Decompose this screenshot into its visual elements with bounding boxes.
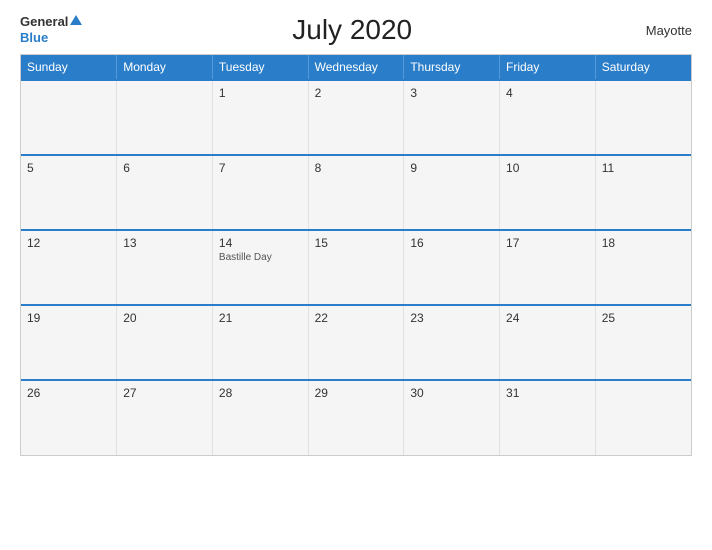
col-sunday: Sunday — [21, 55, 117, 80]
calendar-week-row: 1234 — [21, 80, 691, 155]
col-tuesday: Tuesday — [212, 55, 308, 80]
day-number: 30 — [410, 386, 493, 400]
calendar-day-cell: 31 — [500, 380, 596, 455]
day-number: 26 — [27, 386, 110, 400]
calendar-day-cell: 2 — [308, 80, 404, 155]
day-number: 17 — [506, 236, 589, 250]
day-number: 24 — [506, 311, 589, 325]
logo-blue-text: Blue — [20, 30, 48, 45]
day-number: 13 — [123, 236, 206, 250]
day-number: 9 — [410, 161, 493, 175]
day-number: 27 — [123, 386, 206, 400]
calendar-table: Sunday Monday Tuesday Wednesday Thursday… — [21, 55, 691, 455]
calendar-day-cell: 11 — [595, 155, 691, 230]
day-number: 25 — [602, 311, 685, 325]
col-wednesday: Wednesday — [308, 55, 404, 80]
logo-triangle-icon — [70, 15, 82, 25]
calendar-header-row: Sunday Monday Tuesday Wednesday Thursday… — [21, 55, 691, 80]
calendar-day-cell: 13 — [117, 230, 213, 305]
calendar-week-row: 12 13 14 Bastille Day 15 16 17 18 — [21, 230, 691, 305]
calendar-day-cell: 17 — [500, 230, 596, 305]
calendar-day-cell: 19 — [21, 305, 117, 380]
day-number: 23 — [410, 311, 493, 325]
calendar-day-cell: 21 — [212, 305, 308, 380]
day-number: 2 — [315, 86, 398, 100]
day-number: 22 — [315, 311, 398, 325]
calendar-day-cell — [595, 80, 691, 155]
calendar-day-cell: 16 — [404, 230, 500, 305]
day-number: 5 — [27, 161, 110, 175]
region-label: Mayotte — [622, 23, 692, 38]
day-number: 4 — [506, 86, 589, 100]
col-friday: Friday — [500, 55, 596, 80]
calendar-week-row: 19 20 21 22 23 24 25 — [21, 305, 691, 380]
calendar-week-row: 56789 10 11 — [21, 155, 691, 230]
col-monday: Monday — [117, 55, 213, 80]
day-number: 31 — [506, 386, 589, 400]
col-thursday: Thursday — [404, 55, 500, 80]
calendar-day-cell: 30 — [404, 380, 500, 455]
calendar-day-cell: 3 — [404, 80, 500, 155]
day-number: 11 — [602, 161, 685, 175]
calendar-day-cell: 4 — [500, 80, 596, 155]
calendar-day-cell: 28 — [212, 380, 308, 455]
calendar-body: 1234567891011121314Bastille Day151617181… — [21, 80, 691, 455]
calendar-day-cell — [595, 380, 691, 455]
day-number: 18 — [602, 236, 685, 250]
calendar-day-cell: 7 — [212, 155, 308, 230]
calendar-day-cell: 29 — [308, 380, 404, 455]
calendar-day-cell: 15 — [308, 230, 404, 305]
logo-top-line: General — [20, 14, 82, 30]
day-number: 6 — [123, 161, 206, 175]
day-number: 12 — [27, 236, 110, 250]
calendar-day-cell: 14 Bastille Day — [212, 230, 308, 305]
day-number: 15 — [315, 236, 398, 250]
calendar: Sunday Monday Tuesday Wednesday Thursday… — [20, 54, 692, 456]
day-number: 3 — [410, 86, 493, 100]
calendar-day-cell: 20 — [117, 305, 213, 380]
calendar-day-cell: 8 — [308, 155, 404, 230]
day-number: 14 — [219, 236, 302, 250]
day-number: 21 — [219, 311, 302, 325]
calendar-day-cell: 6 — [117, 155, 213, 230]
calendar-day-cell: 27 — [117, 380, 213, 455]
calendar-week-row: 26 27 28 29 30 31 — [21, 380, 691, 455]
day-number: 19 — [27, 311, 110, 325]
day-number: 1 — [219, 86, 302, 100]
calendar-title: July 2020 — [82, 14, 622, 46]
day-number: 10 — [506, 161, 589, 175]
calendar-day-cell — [21, 80, 117, 155]
logo-general-text: General — [20, 14, 68, 29]
calendar-day-cell: 22 — [308, 305, 404, 380]
day-number: 8 — [315, 161, 398, 175]
calendar-day-cell: 12 — [21, 230, 117, 305]
calendar-day-cell: 10 — [500, 155, 596, 230]
calendar-day-cell: 5 — [21, 155, 117, 230]
calendar-day-cell: 1 — [212, 80, 308, 155]
calendar-day-cell: 24 — [500, 305, 596, 380]
day-number: 29 — [315, 386, 398, 400]
day-number: 20 — [123, 311, 206, 325]
calendar-day-cell — [117, 80, 213, 155]
day-number: 7 — [219, 161, 302, 175]
day-event: Bastille Day — [219, 252, 302, 263]
day-number: 16 — [410, 236, 493, 250]
calendar-header: General Blue July 2020 Mayotte — [20, 10, 692, 50]
col-saturday: Saturday — [595, 55, 691, 80]
calendar-day-cell: 9 — [404, 155, 500, 230]
logo: General Blue — [20, 14, 82, 46]
logo-bottom-line: Blue — [20, 30, 82, 46]
calendar-day-cell: 23 — [404, 305, 500, 380]
calendar-day-cell: 18 — [595, 230, 691, 305]
calendar-day-cell: 25 — [595, 305, 691, 380]
calendar-day-cell: 26 — [21, 380, 117, 455]
day-number: 28 — [219, 386, 302, 400]
